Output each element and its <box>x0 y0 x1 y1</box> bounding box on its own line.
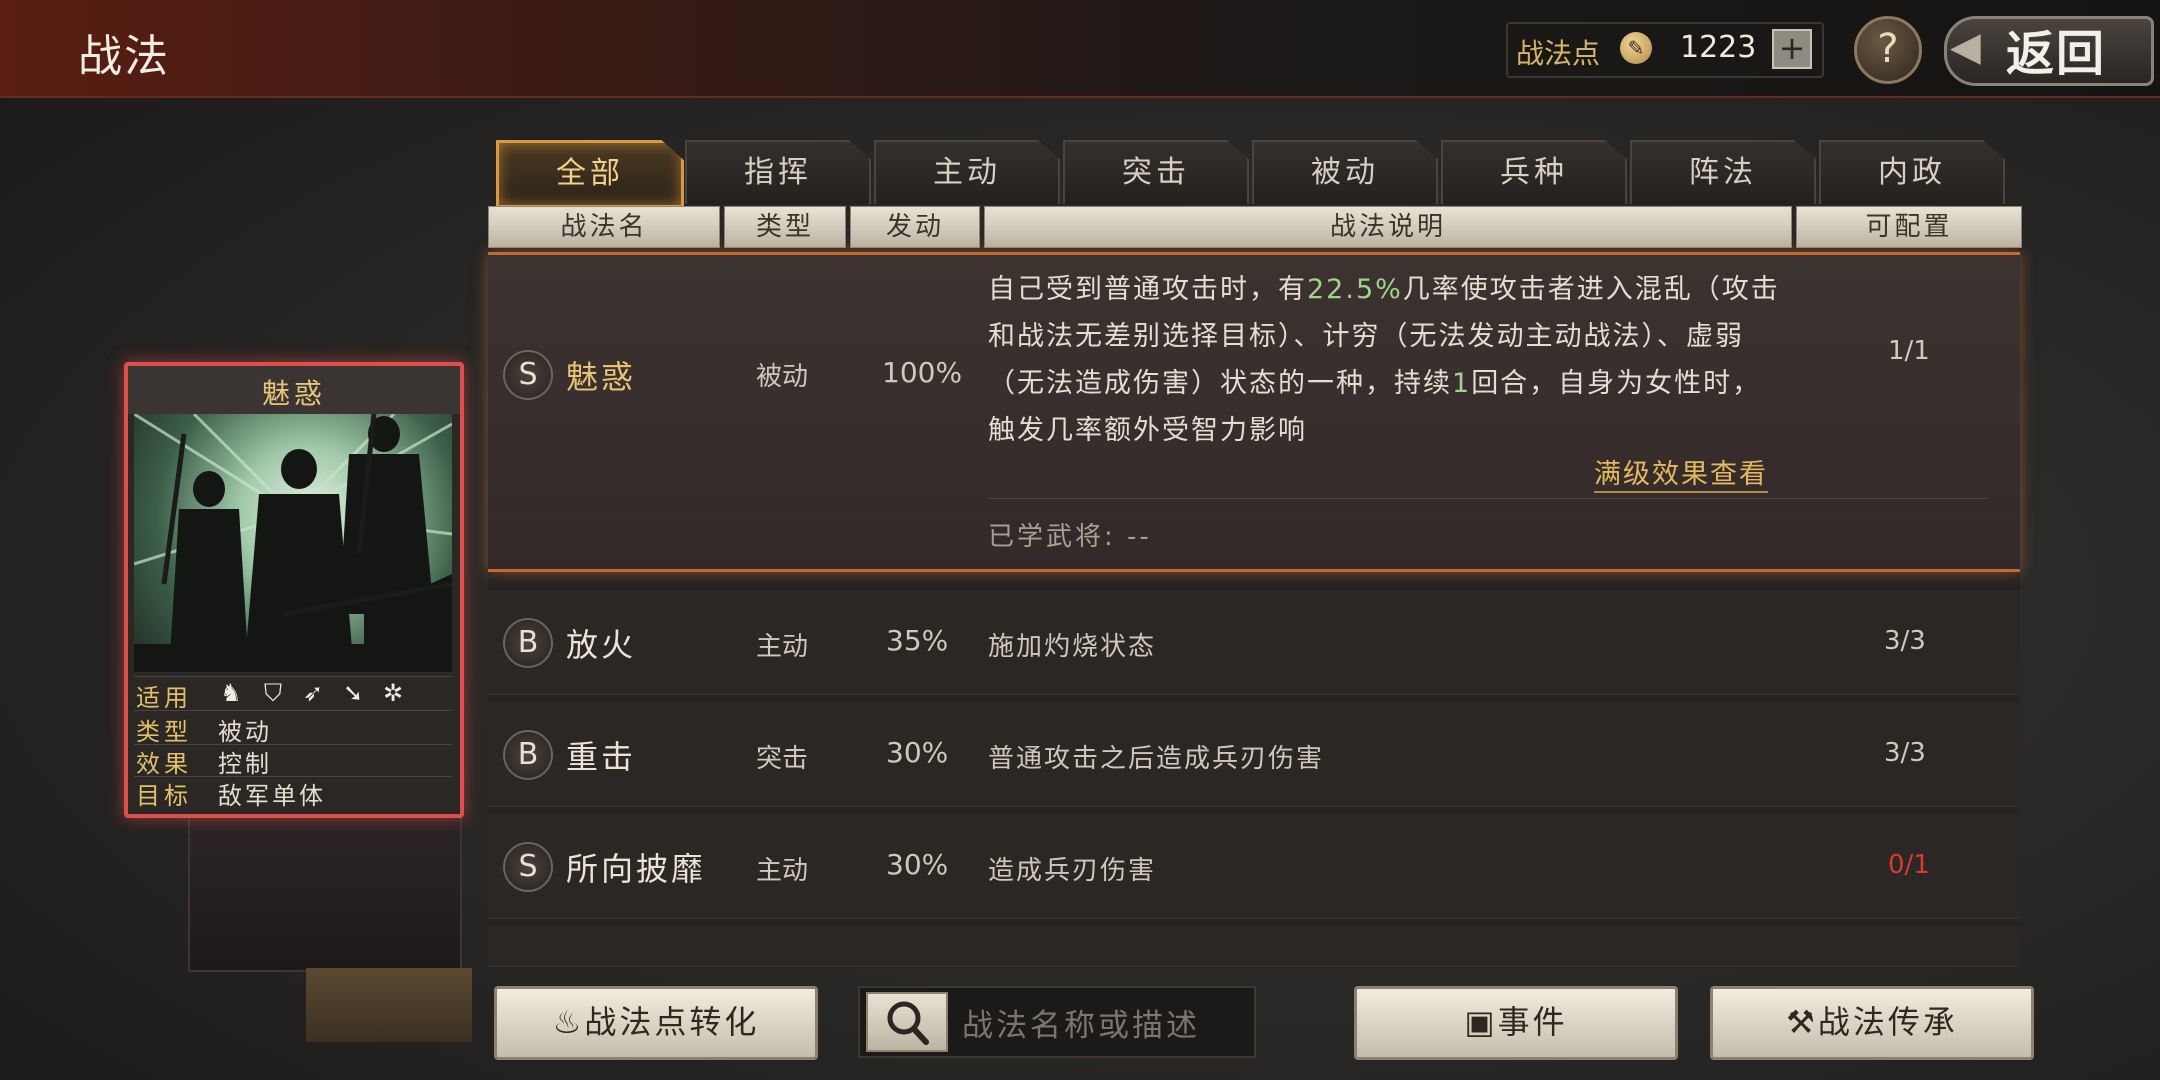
divider <box>134 710 452 711</box>
skill-inherit-button[interactable]: ⚒战法传承 <box>1710 986 2034 1060</box>
skill-name: 魅惑 <box>566 358 637 396</box>
skill-type: 突击 <box>756 744 809 774</box>
skill-rate: 100% <box>882 356 963 389</box>
skill-description: 自己受到普通攻击时，有22.5%几率使攻击者进入混乱（攻击和战法无差别选择目标）… <box>988 274 1780 446</box>
skill-name: 所向披靡 <box>566 850 707 888</box>
inherit-label: 战法传承 <box>1817 1003 1958 1041</box>
target-value: 敌军单体 <box>218 782 326 810</box>
tab-troop[interactable]: 兵种 <box>1441 140 1627 204</box>
header-type[interactable]: 类型 <box>724 206 846 248</box>
fire-icon: ♨ <box>552 1003 585 1041</box>
header-skill-name[interactable]: 战法名 <box>488 206 720 248</box>
skill-config: 3/3 <box>1884 626 1926 656</box>
grade-badge: B <box>503 618 553 668</box>
tab-internal[interactable]: 内政 <box>1819 140 2005 204</box>
skill-name: 放火 <box>566 626 637 664</box>
help-button[interactable]: ? <box>1854 16 1922 84</box>
shield-icon: ⛉ <box>264 679 282 707</box>
search-button[interactable] <box>866 992 948 1052</box>
chariot-icon: ✲ <box>382 679 404 707</box>
apply-label: 适用 <box>136 684 192 712</box>
tab-active[interactable]: 主动 <box>874 140 1060 204</box>
skill-description: 施加灼烧状态 <box>988 632 1157 662</box>
skill-row[interactable] <box>488 814 2020 919</box>
effect-value: 控制 <box>218 750 272 778</box>
event-label: 事件 <box>1497 1003 1568 1041</box>
skill-config: 0/1 <box>1888 850 1930 880</box>
skill-artwork <box>134 414 452 672</box>
target-label: 目标 <box>136 782 192 810</box>
add-skill-points-button[interactable]: + <box>1772 29 1812 69</box>
convert-label: 战法点转化 <box>584 1003 760 1041</box>
card-stack-back <box>188 812 462 972</box>
header-description: 战法说明 <box>984 206 1792 248</box>
tab-assault[interactable]: 突击 <box>1063 140 1249 204</box>
skill-row[interactable] <box>488 590 2020 695</box>
header-configurable[interactable]: 可配置 <box>1796 206 2022 248</box>
skill-rate: 35% <box>886 624 949 657</box>
search-input[interactable]: 战法名称或描述 <box>962 1000 1200 1045</box>
skill-point-coin-icon: ✎ <box>1620 32 1652 64</box>
skill-rate: 30% <box>886 736 949 769</box>
spear-icon: ➘ <box>342 679 364 707</box>
header-trigger-rate[interactable]: 发动 <box>850 206 980 248</box>
skill-config: 3/3 <box>1884 738 1926 768</box>
skill-description: 普通攻击之后造成兵刃伤害 <box>988 744 1325 774</box>
search-icon <box>887 1001 929 1045</box>
skill-points-label: 战法点 <box>1516 37 1601 70</box>
event-book-icon: ▣ <box>1464 1003 1498 1041</box>
max-level-effect-link[interactable]: 满级效果查看 <box>1594 452 1768 493</box>
card-stack-back <box>306 968 472 1042</box>
grade-badge: S <box>503 350 553 400</box>
divider <box>134 676 452 677</box>
skill-config: 1/1 <box>1888 336 1930 366</box>
event-button[interactable]: ▣事件 <box>1354 986 1678 1060</box>
skill-row-partial[interactable] <box>488 926 2020 967</box>
skill-description: 造成兵刃伤害 <box>988 856 1157 886</box>
skill-points-value: 1223 <box>1680 30 1757 65</box>
convert-skill-points-button[interactable]: ♨战法点转化 <box>494 986 818 1060</box>
effect-label: 效果 <box>136 750 192 778</box>
skill-type: 主动 <box>756 632 809 662</box>
skill-type: 被动 <box>756 362 809 392</box>
skill-type: 主动 <box>756 856 809 886</box>
skill-rate: 30% <box>886 848 949 881</box>
type-value: 被动 <box>218 718 272 746</box>
tab-passive[interactable]: 被动 <box>1252 140 1438 204</box>
cavalry-icon: ♞ <box>220 679 242 707</box>
page-title: 战法 <box>78 31 170 82</box>
grade-badge: B <box>503 730 553 780</box>
grade-badge: S <box>503 842 553 892</box>
tab-command[interactable]: 指挥 <box>685 140 871 204</box>
type-label: 类型 <box>136 718 192 746</box>
skill-name: 重击 <box>566 738 637 776</box>
tab-formation[interactable]: 阵法 <box>1630 140 1816 204</box>
divider <box>988 498 1988 499</box>
back-arrow-icon: ◀ <box>1950 24 1981 70</box>
bow-icon: ➶ <box>302 679 324 707</box>
hammer-icon: ⚒ <box>1786 1003 1818 1041</box>
top-bar <box>0 0 2160 98</box>
learned-generals: 已学武将: -- <box>988 522 1152 552</box>
tab-all[interactable]: 全部 <box>496 140 684 208</box>
back-button-label: 返回 <box>2006 26 2107 82</box>
card-title: 魅惑 <box>261 377 326 410</box>
